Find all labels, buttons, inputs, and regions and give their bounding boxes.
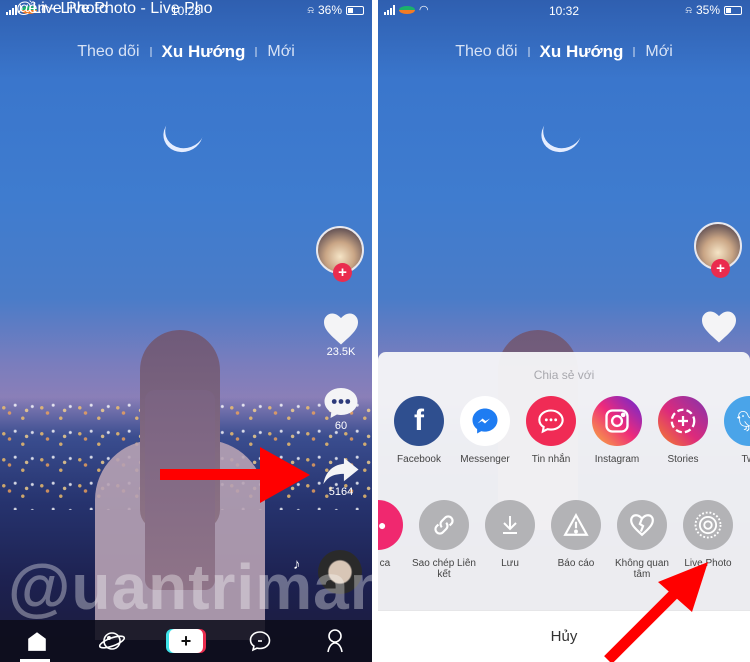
share-sheet: Chia sẻ với f Facebook Messenger Tin nhắ… [378,352,750,662]
live-photo-icon [683,500,733,550]
share-message[interactable]: Tin nhắn [518,396,584,465]
battery-icon [346,5,364,15]
comment-button[interactable]: 60 [316,386,366,432]
share-sheet-title: Chia sẻ với [533,368,595,382]
instagram-icon [592,396,642,446]
battery-icon [724,5,742,15]
music-title: ền - Live Photo - Live Pho [28,0,213,17]
nav-create[interactable]: + [166,626,206,656]
nav-profile[interactable] [315,626,355,656]
share-stories[interactable]: Stories [650,396,716,465]
tab-new[interactable]: Mới [645,43,672,61]
tab-trending[interactable]: Xu Hướng [540,42,624,62]
feed-tabs: Theo dõi Xu Hướng Mới [378,42,750,62]
action-save[interactable]: Lưu [477,500,543,580]
action-copy-link[interactable]: Sao chép Liên kết [411,500,477,580]
home-icon [28,632,46,651]
tutorial-composite: ◠ 10:28 ⍾ 36% Theo dõi Xu Hướng Mới + 23… [0,0,750,662]
feed-tabs: Theo dõi Xu Hướng Mới [0,42,372,62]
tab-trending[interactable]: Xu Hướng [162,42,246,62]
report-icon [551,500,601,550]
share-arrow-icon [323,457,359,485]
action-duet[interactable]: ●● ng ca [378,500,411,580]
like-button[interactable] [694,310,744,344]
music-note-icon: ♪ [293,556,301,573]
tab-divider [255,47,258,57]
actions-row: ●● ng ca Sao chép Liên kết Lưu [378,500,741,580]
like-count: 23.5K [326,346,356,358]
share-instagram[interactable]: Instagram [584,396,650,465]
twitter-icon: 🐦︎ [724,396,750,446]
profile-icon [326,629,343,653]
tab-divider [633,47,636,57]
comment-icon [324,388,358,418]
follow-plus-icon[interactable]: + [711,259,730,278]
music-info[interactable]: ♪ ền - Live Photo - Live Pho [16,0,213,18]
nav-home[interactable] [17,626,57,656]
music-disc[interactable] [318,550,362,594]
tab-following[interactable]: Theo dõi [455,43,517,61]
stories-icon [658,396,708,446]
status-bar: ◠ 10:32 ⍾ 35% [378,0,750,20]
action-not-interested[interactable]: Không quan tâm [609,500,675,580]
download-icon [485,500,535,550]
create-icon: + [168,629,203,653]
share-count: 5164 [328,486,354,498]
bottom-nav: + [0,620,372,662]
share-button[interactable]: 5164 [316,456,366,498]
nav-discover[interactable] [92,626,132,656]
facebook-icon: f [394,396,444,446]
action-live-photo[interactable]: Live Photo [675,500,741,580]
cancel-button[interactable]: Hủy [378,610,750,662]
messenger-icon [460,396,510,446]
tiktok-share-screen: ◠ 10:32 ⍾ 35% Theo dõi Xu Hướng Mới + Ch… [378,0,750,662]
follow-plus-icon[interactable]: + [333,263,352,282]
creator-avatar[interactable]: + [694,222,742,278]
alarm-off-icon: ⍾ [307,4,314,16]
nav-inbox[interactable] [240,626,280,656]
girl-figure [95,330,265,640]
comment-count: 60 [334,420,348,432]
tab-divider [149,47,152,57]
heart-icon [324,313,358,345]
tiktok-note-icon: ♪ [16,0,24,17]
tab-new[interactable]: Mới [267,43,294,61]
alarm-off-icon: ⍾ [685,4,692,16]
tab-divider [527,47,530,57]
discover-icon [98,632,125,650]
message-icon [526,396,576,446]
share-twitter[interactable]: 🐦︎ Twi [716,396,750,465]
inbox-icon [250,631,271,652]
heart-icon [702,311,736,343]
broken-heart-icon [617,500,667,550]
share-targets-row: f Facebook Messenger Tin nhắn Instagram … [386,396,750,465]
share-facebook[interactable]: f Facebook [386,396,452,465]
duet-icon: ●● [378,500,403,550]
creator-avatar[interactable]: + [316,226,364,282]
share-messenger[interactable]: Messenger [452,396,518,465]
battery-percent: 36% [317,3,342,17]
like-button[interactable]: 23.5K [316,312,366,358]
action-report[interactable]: Báo cáo [543,500,609,580]
tiktok-feed-screen: ◠ 10:28 ⍾ 36% Theo dõi Xu Hướng Mới + 23… [0,0,372,662]
battery-percent: 35% [695,3,720,17]
link-icon [419,500,469,550]
tab-following[interactable]: Theo dõi [77,43,139,61]
